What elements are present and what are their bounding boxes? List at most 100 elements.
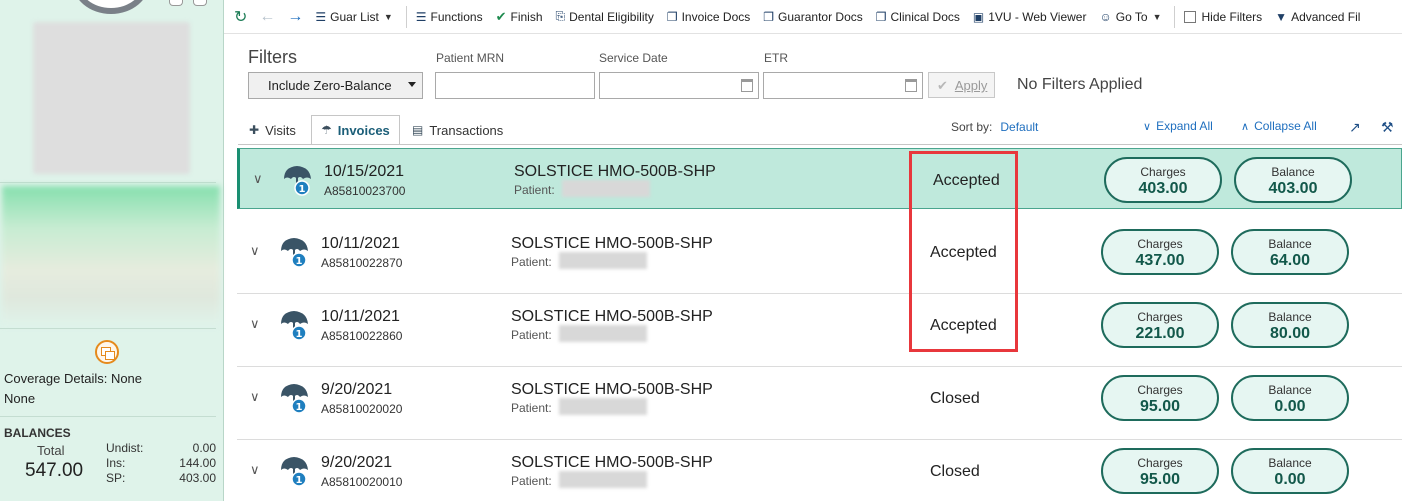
sidebar-divider bbox=[0, 416, 216, 417]
balance-pill[interactable]: Balance 64.00 bbox=[1231, 229, 1349, 275]
clinical-docs-label: Clinical Docs bbox=[890, 9, 960, 24]
collapse-all-button[interactable]: ∧ Collapse All bbox=[1241, 119, 1317, 133]
hide-filters-toggle[interactable]: Hide Filters bbox=[1184, 10, 1262, 24]
invoice-row[interactable]: ∨ 1 10/11/2021 A85810022860 SOLSTICE HMO… bbox=[237, 294, 1402, 367]
etr-input[interactable] bbox=[763, 72, 923, 99]
balance-total-label: Total bbox=[37, 443, 65, 458]
invoice-row[interactable]: ∨ 1 9/20/2021 A85810020020 SOLSTICE HMO-… bbox=[237, 367, 1402, 440]
chevron-down-icon: ▼ bbox=[383, 11, 393, 22]
balance-ins-label: Ins: bbox=[106, 456, 126, 470]
tab-invoices[interactable]: ☂ Invoices bbox=[311, 115, 400, 145]
umbrella-icon: 1 bbox=[281, 238, 308, 268]
clinical-docs-button[interactable]: ❐ Clinical Docs bbox=[876, 10, 960, 24]
invoice-row[interactable]: ∨ 1 10/11/2021 A85810022870 SOLSTICE HMO… bbox=[237, 221, 1402, 294]
hide-filters-checkbox[interactable] bbox=[1184, 10, 1197, 23]
tab-visits[interactable]: ✚ Visits bbox=[240, 115, 305, 145]
insurance-plan: SOLSTICE HMO-500B-SHP bbox=[511, 235, 713, 252]
balance-value: 80.00 bbox=[1269, 325, 1311, 342]
invoice-number: A85810020010 bbox=[321, 475, 403, 489]
guarantor-docs-button[interactable]: ❐ Guarantor Docs bbox=[763, 10, 862, 24]
redacted-patient-name bbox=[562, 180, 650, 197]
charges-pill[interactable]: Charges 437.00 bbox=[1101, 229, 1219, 275]
charges-value: 403.00 bbox=[1138, 180, 1188, 197]
invoice-date: 10/11/2021 bbox=[321, 308, 400, 325]
calendar-icon[interactable] bbox=[741, 79, 753, 92]
functions-button[interactable]: ☰ Functions bbox=[416, 10, 483, 24]
patient-mrn-input[interactable] bbox=[435, 72, 595, 99]
charges-pill[interactable]: Charges 221.00 bbox=[1101, 302, 1219, 348]
charges-pill[interactable]: Charges 95.00 bbox=[1101, 375, 1219, 421]
umbrella-icon: 1 bbox=[281, 384, 308, 414]
chevron-down-icon[interactable]: ∨ bbox=[253, 171, 263, 187]
calculator-icon[interactable] bbox=[905, 79, 917, 92]
refresh-icon[interactable]: ↻ bbox=[234, 7, 247, 27]
balance-pill[interactable]: Balance 403.00 bbox=[1234, 157, 1352, 203]
chevron-down-icon[interactable]: ∨ bbox=[250, 389, 260, 405]
expand-all-label: Expand All bbox=[1156, 119, 1213, 133]
finish-button[interactable]: ✔ Finish bbox=[496, 9, 543, 25]
invoice-row[interactable]: ∨ 1 9/20/2021 A85810020010 SOLSTICE HMO-… bbox=[237, 440, 1402, 501]
document-search-icon: ⎘ bbox=[555, 9, 566, 23]
chevron-down-icon[interactable]: ∨ bbox=[250, 243, 260, 259]
umbrella-icon: 1 bbox=[281, 457, 308, 487]
sidebar-divider bbox=[0, 182, 216, 183]
filter-status: No Filters Applied bbox=[1017, 76, 1143, 93]
invoice-docs-button[interactable]: ❐ Invoice Docs bbox=[667, 10, 750, 24]
zero-balance-select[interactable]: Include Zero-Balance bbox=[248, 72, 423, 99]
toolbar-separator bbox=[1174, 5, 1176, 28]
sidebar-mini-button-2[interactable] bbox=[193, 0, 207, 6]
redacted-patient-details bbox=[2, 186, 220, 326]
invoice-docs-label: Invoice Docs bbox=[681, 9, 751, 24]
guar-list-button[interactable]: ☰ Guar List ▼ bbox=[315, 10, 392, 24]
invoice-row[interactable]: ∨ 1 10/15/2021 A85810023700 SOLSTICE HMO… bbox=[237, 148, 1402, 209]
arrow-left-icon[interactable]: ← bbox=[259, 8, 275, 26]
invoice-number: A85810020020 bbox=[321, 402, 403, 416]
go-to-label: Go To bbox=[1115, 9, 1148, 24]
redacted-patient-photo bbox=[33, 22, 190, 174]
patient-avatar[interactable] bbox=[72, 0, 150, 14]
chevron-down-icon[interactable]: ∨ bbox=[250, 462, 260, 478]
redacted-patient-name bbox=[559, 398, 647, 415]
double-chevron-down-icon: ∨ bbox=[1143, 120, 1152, 133]
invoice-status: Accepted bbox=[933, 172, 1000, 189]
service-date-input[interactable] bbox=[599, 72, 759, 99]
money-icon: ▤ bbox=[412, 123, 424, 137]
chevron-down-icon[interactable]: ∨ bbox=[250, 316, 260, 332]
charges-label: Charges bbox=[1137, 456, 1183, 470]
charges-pill[interactable]: Charges 403.00 bbox=[1104, 157, 1222, 203]
insurance-plan: SOLSTICE HMO-500B-SHP bbox=[511, 381, 713, 398]
sort-by-value[interactable]: Default bbox=[1000, 120, 1038, 134]
balance-value: 0.00 bbox=[1274, 471, 1306, 488]
coverage-details-value: None bbox=[4, 391, 36, 406]
export-icon[interactable]: ↗ bbox=[1349, 119, 1361, 136]
tab-invoices-label: Invoices bbox=[337, 122, 390, 138]
redacted-patient-name bbox=[559, 252, 647, 269]
charges-value: 95.00 bbox=[1139, 471, 1181, 488]
sort-by-control[interactable]: Sort by: Default bbox=[951, 120, 1038, 134]
tab-transactions[interactable]: ▤ Transactions bbox=[403, 115, 512, 145]
charges-pill[interactable]: Charges 95.00 bbox=[1101, 448, 1219, 494]
balances-heading: BALANCES bbox=[4, 426, 71, 440]
hide-filters-label: Hide Filters bbox=[1201, 9, 1263, 24]
expand-all-button[interactable]: ∨ Expand All bbox=[1143, 119, 1213, 133]
wrench-icon[interactable]: ⚒ bbox=[1381, 119, 1394, 136]
go-to-button[interactable]: ☺ Go To ▼ bbox=[1099, 10, 1161, 24]
arrow-right-icon[interactable]: → bbox=[287, 8, 303, 26]
umbrella-icon: 1 bbox=[284, 166, 311, 196]
apply-button[interactable]: ✔ Apply bbox=[928, 72, 995, 98]
balance-pill[interactable]: Balance 0.00 bbox=[1231, 448, 1349, 494]
balance-label: Balance bbox=[1268, 383, 1312, 397]
web-viewer-button[interactable]: ▣ 1VU - Web Viewer bbox=[973, 10, 1087, 24]
apply-label: Apply bbox=[954, 78, 988, 93]
filter-icon: ▼ bbox=[1275, 9, 1288, 24]
invoice-status: Accepted bbox=[930, 317, 997, 334]
dental-eligibility-button[interactable]: ⎘ Dental Eligibility bbox=[556, 9, 654, 24]
sidebar-mini-button-1[interactable] bbox=[169, 0, 183, 6]
coverage-cards-icon[interactable] bbox=[95, 340, 119, 364]
invoice-date: 10/11/2021 bbox=[321, 235, 400, 252]
balance-pill[interactable]: Balance 0.00 bbox=[1231, 375, 1349, 421]
advanced-filters-button[interactable]: ▼ Advanced Fil bbox=[1275, 10, 1360, 24]
balance-undist-label: Undist: bbox=[106, 441, 144, 455]
balance-pill[interactable]: Balance 80.00 bbox=[1231, 302, 1349, 348]
list-icon: ☰ bbox=[315, 9, 327, 24]
